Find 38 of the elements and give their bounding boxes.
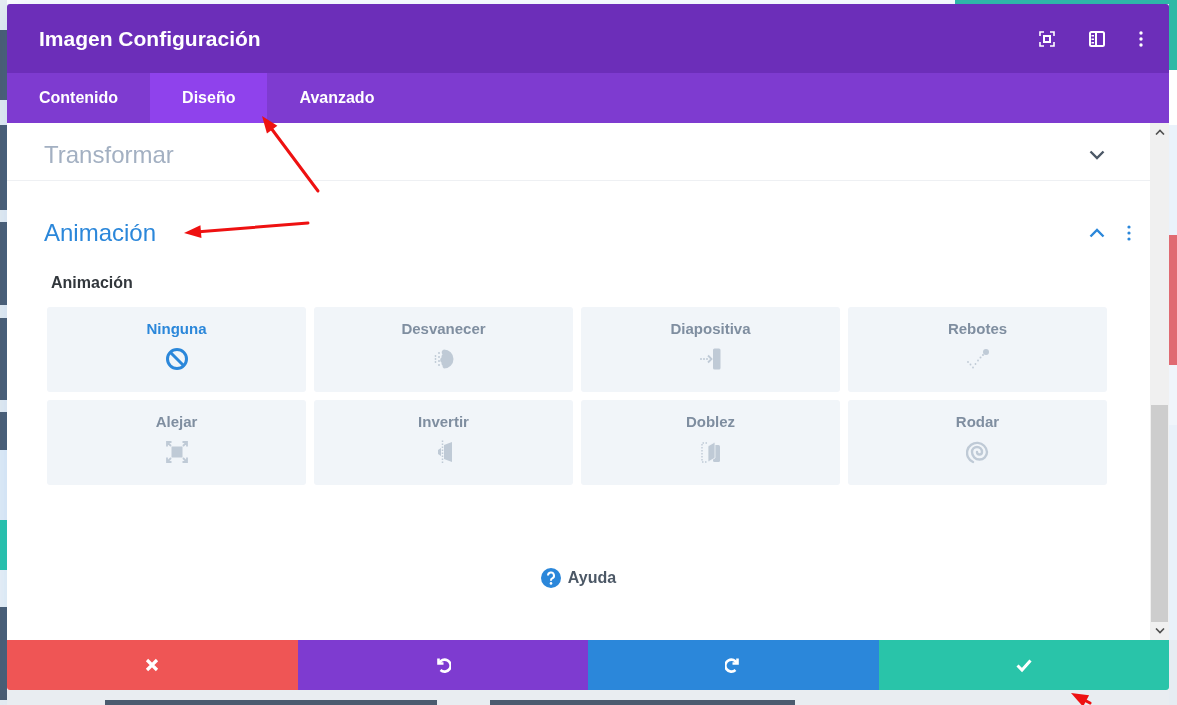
more-options-icon[interactable]	[1139, 30, 1143, 47]
bouncing-ball-icon	[965, 347, 990, 371]
scroll-down-icon[interactable]	[1154, 628, 1165, 634]
scrollbar-thumb[interactable]	[1151, 405, 1168, 622]
help-link[interactable]: Ayuda	[540, 566, 617, 590]
prohibited-icon	[164, 347, 189, 371]
expand-frame-icon[interactable]	[1039, 30, 1055, 47]
section-title[interactable]: Animación	[44, 217, 157, 248]
scrollbar[interactable]	[1150, 123, 1169, 640]
chevron-up-icon[interactable]	[1089, 227, 1105, 238]
animation-option[interactable]: Diapositiva	[581, 307, 840, 392]
scroll-up-icon[interactable]	[1154, 129, 1165, 135]
animation-option[interactable]: Invertir	[314, 400, 573, 485]
modal-title: Imagen Configuración	[39, 25, 261, 52]
tab[interactable]: Diseño	[150, 73, 268, 123]
animation-option[interactable]: Ninguna	[47, 307, 306, 392]
check-icon	[1015, 657, 1032, 673]
animation-option[interactable]: Rebotes	[848, 307, 1107, 392]
animation-option[interactable]: Doblez	[581, 400, 840, 485]
sidebar-layout-icon[interactable]	[1089, 30, 1105, 47]
tab[interactable]: Avanzado	[267, 73, 407, 123]
animation-option[interactable]: Rodar	[848, 400, 1107, 485]
more-options-icon[interactable]	[1127, 224, 1131, 241]
help-icon	[540, 568, 561, 588]
chevron-down-icon[interactable]	[1089, 149, 1105, 160]
spiral-icon	[965, 440, 990, 464]
animation-option[interactable]: Alejar	[47, 400, 306, 485]
redo-icon	[725, 657, 742, 673]
close-icon	[144, 657, 161, 673]
field-label: Animación	[51, 273, 133, 293]
fold-icon	[698, 440, 723, 464]
zoom-out-icon	[164, 440, 189, 464]
slide-in-icon	[698, 347, 723, 371]
section-title[interactable]: Transformar	[44, 139, 174, 170]
tab[interactable]: Contenido	[7, 73, 151, 123]
animation-option[interactable]: Desvanecer	[314, 307, 573, 392]
undo-icon	[434, 657, 451, 673]
annotation-arrow	[1071, 693, 1092, 705]
